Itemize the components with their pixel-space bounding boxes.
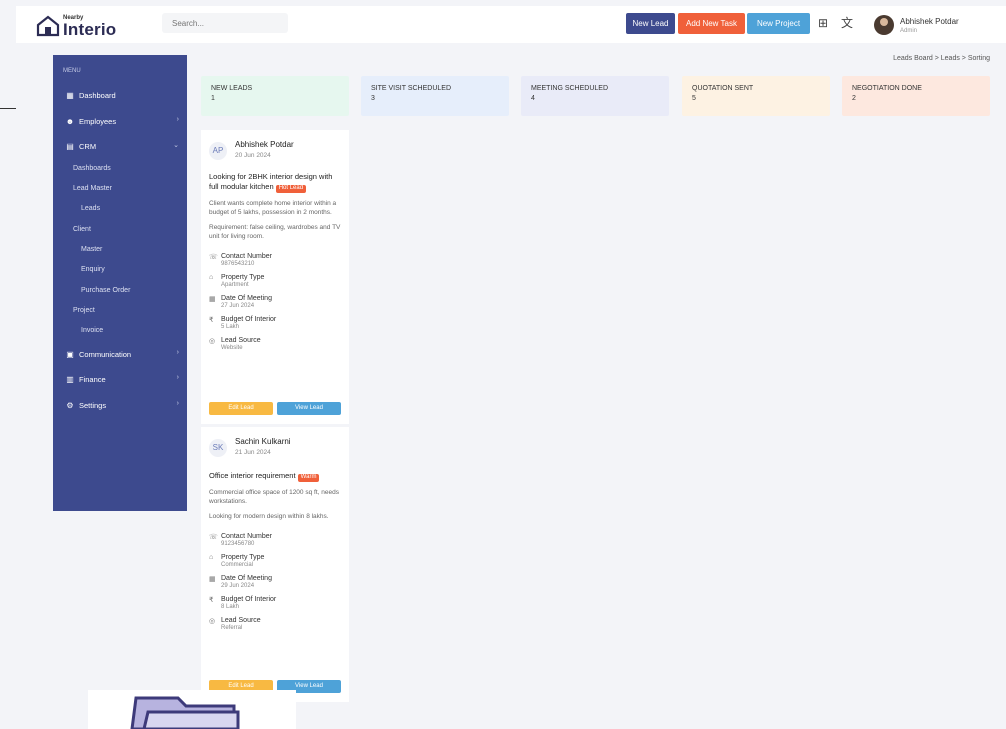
dashboard-icon: ▦: [66, 90, 74, 100]
home-icon: ⌂: [209, 554, 214, 562]
chevron-right-icon: ›: [176, 116, 179, 123]
add-task-button[interactable]: Add New Task: [678, 13, 745, 34]
phone-icon: ☏: [209, 534, 218, 542]
chevron-right-icon: ›: [176, 400, 179, 407]
sidebar-item-settings[interactable]: ⚙ Settings ›: [65, 398, 179, 412]
folder-icon: [130, 696, 240, 729]
user-menu[interactable]: Abhishek Potdar Admin: [874, 11, 1002, 39]
lead-field-source: ◎ Lead Source Referral: [209, 617, 261, 632]
phone-icon: ☏: [209, 253, 218, 261]
lead-name: Sachin Kulkarni: [235, 437, 291, 446]
finance-icon: ▥: [66, 374, 74, 384]
sidebar: MENU ▦ Dashboard ☻ Employees › ▤ CRM ⌄ D…: [53, 55, 187, 511]
grid-icon[interactable]: ⊞: [816, 16, 830, 30]
chevron-right-icon: ›: [176, 374, 179, 381]
employees-icon: ☻: [65, 116, 75, 126]
lead-field-property: ⌂ Property Type Commercial: [209, 554, 265, 569]
sidebar-item-crm[interactable]: ▤ CRM ⌄: [65, 139, 179, 153]
top-bar: Nearby Interio New Lead Add New Task New…: [16, 6, 1006, 43]
sidebar-subitem-enquiry[interactable]: Enquiry: [81, 266, 181, 278]
lead-subject: Office interior requirement Warm: [209, 471, 341, 482]
settings-icon: ⚙: [66, 400, 74, 410]
lead-priority-badge: Warm: [297, 474, 320, 482]
sidebar-subitem-project[interactable]: Project: [73, 307, 173, 319]
budget-icon: ₹: [209, 316, 214, 324]
lead-avatar: SK: [209, 439, 227, 457]
user-name: Abhishek Potdar: [900, 16, 959, 26]
avatar: [874, 15, 894, 35]
lead-field-meeting-date: ▦ Date Of Meeting 27 Jun 2024: [209, 294, 272, 309]
lead-field-contact: ☏ Contact Number 9876543210: [209, 252, 272, 267]
lead-requirement: Looking for modern design within 8 lakhs…: [209, 512, 329, 520]
source-icon: ◎: [209, 618, 216, 626]
house-logo-icon: [36, 15, 60, 37]
lead-subject: Looking for 2BHK interior design with fu…: [209, 172, 333, 193]
stage-card-negotiation[interactable]: Negotiation Done 2: [842, 76, 990, 116]
sidebar-subitem-master[interactable]: Master: [81, 246, 181, 258]
sidebar-item-communication[interactable]: ▣ Communication ›: [65, 347, 179, 361]
chevron-right-icon: ›: [176, 349, 179, 356]
user-role: Admin: [900, 27, 918, 34]
sidebar-item-finance[interactable]: ▥ Finance ›: [65, 372, 179, 386]
lead-requirement: Requirement: false ceiling, wardrobes an…: [209, 223, 341, 240]
sidebar-section-label: MENU: [63, 68, 81, 74]
stage-card-meeting[interactable]: Meeting Scheduled 4: [521, 76, 669, 116]
lead-field-contact: ☏ Contact Number 9123456780: [209, 533, 272, 548]
crm-icon: ▤: [66, 141, 74, 151]
new-lead-button[interactable]: New Lead: [626, 13, 675, 34]
sidebar-subitem-lead-master[interactable]: Lead Master: [73, 185, 173, 197]
sidebar-subitem-purchase-order[interactable]: Purchase Order: [81, 287, 181, 299]
lead-field-property: ⌂ Property Type Apartment: [209, 273, 265, 288]
lead-priority-badge: Hot Lead: [275, 184, 307, 193]
calendar-icon: ▦: [209, 295, 216, 303]
page-edge-line: [0, 108, 16, 109]
stage-card-quotation[interactable]: Quotation Sent 5: [682, 76, 830, 116]
lead-card[interactable]: AP Abhishek Potdar 20 Jun 2024 Looking f…: [201, 130, 349, 424]
lead-date: 21 Jun 2024: [235, 449, 271, 456]
sidebar-item-employees[interactable]: ☻ Employees ›: [65, 114, 179, 128]
brand-logo[interactable]: Nearby Interio: [36, 12, 148, 40]
edit-lead-button[interactable]: Edit Lead: [209, 402, 273, 415]
lead-description: Client wants complete home interior with…: [209, 199, 337, 216]
folder-illustration: [88, 690, 296, 729]
sidebar-subitem-dashboards[interactable]: Dashboards: [73, 165, 173, 177]
brand-name: Interio: [63, 19, 117, 39]
search-input[interactable]: [162, 13, 288, 33]
sidebar-item-dashboard[interactable]: ▦ Dashboard: [65, 88, 179, 102]
breadcrumb: Leads Board > Leads > Sorting: [893, 55, 990, 62]
stage-card-new-leads[interactable]: New Leads 1: [201, 76, 349, 116]
lead-card[interactable]: SK Sachin Kulkarni 21 Jun 2024 Office in…: [201, 427, 349, 702]
lead-field-budget: ₹ Budget Of Interior 5 Lakh: [209, 315, 277, 330]
lead-name: Abhishek Potdar: [235, 140, 294, 149]
lead-avatar: AP: [209, 142, 227, 160]
lead-field-budget: ₹ Budget Of Interior 8 Lakh: [209, 596, 277, 611]
chevron-down-icon: ⌄: [173, 142, 179, 149]
new-project-button[interactable]: New Project: [747, 13, 810, 34]
lead-field-meeting-date: ▦ Date Of Meeting 29 Jun 2024: [209, 575, 272, 590]
translate-icon[interactable]: 文: [840, 16, 854, 30]
sidebar-subitem-invoice[interactable]: Invoice: [81, 327, 181, 339]
source-icon: ◎: [209, 337, 216, 345]
view-lead-button[interactable]: View Lead: [277, 402, 341, 415]
lead-date: 20 Jun 2024: [235, 152, 271, 159]
sidebar-subitem-leads[interactable]: Leads: [81, 205, 181, 217]
lead-description: Commercial office space of 1200 sq ft, n…: [209, 488, 339, 505]
sidebar-subitem-client[interactable]: Client: [73, 226, 173, 238]
communication-icon: ▣: [66, 349, 74, 359]
lead-field-source: ◎ Lead Source Website: [209, 336, 261, 351]
budget-icon: ₹: [209, 597, 214, 605]
calendar-icon: ▦: [209, 576, 216, 584]
home-icon: ⌂: [209, 273, 214, 281]
stage-card-site-visit[interactable]: Site Visit Scheduled 3: [361, 76, 509, 116]
